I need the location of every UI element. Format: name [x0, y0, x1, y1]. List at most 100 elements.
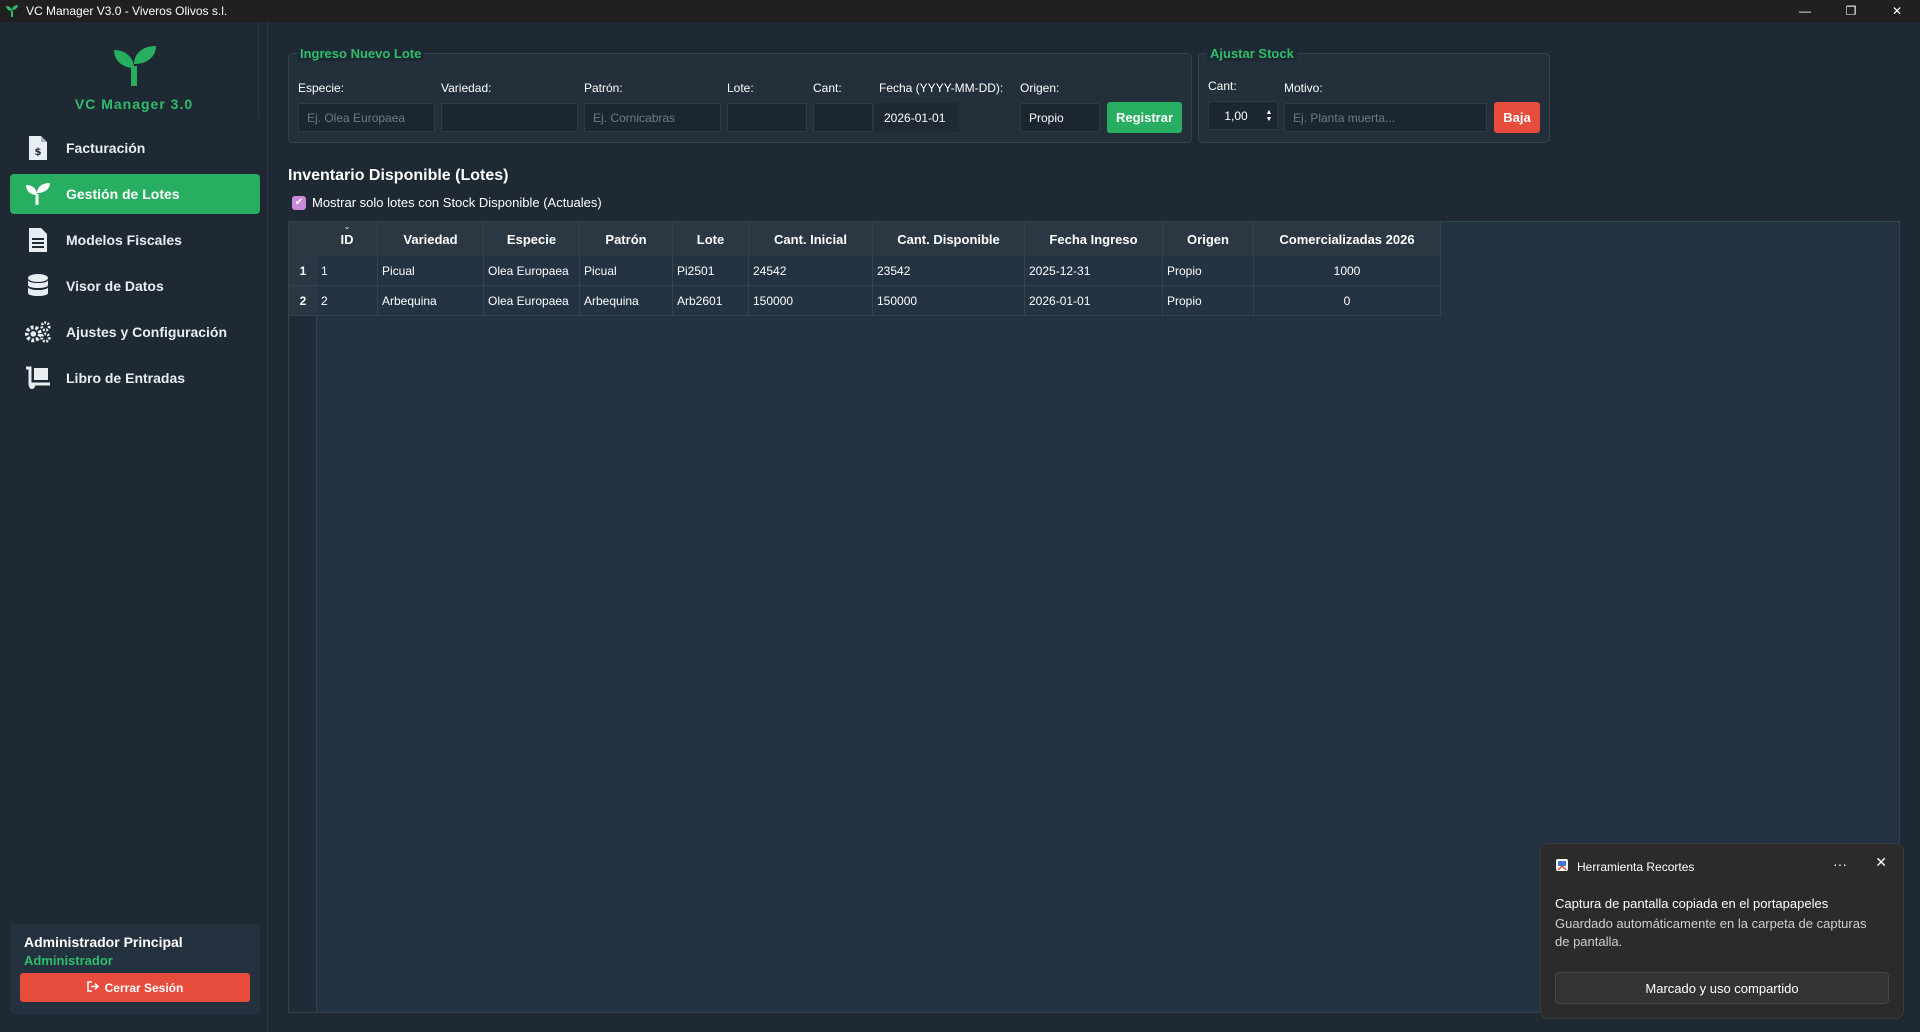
variedad-input[interactable] [441, 103, 578, 132]
table-header: ⌄ ID Variedad Especie Patrón Lote Cant. I… [317, 222, 1441, 256]
variedad-label: Variedad: [441, 81, 492, 95]
title-bar: VC Manager V3.0 - Viveros Olivos s.l. — … [0, 0, 1920, 22]
row-header-column [289, 222, 317, 1012]
baja-button[interactable]: Baja [1494, 102, 1540, 133]
registrar-button[interactable]: Registrar [1107, 102, 1182, 133]
gears-icon [24, 320, 52, 344]
column-header-label: Lote [696, 231, 725, 247]
snipping-tool-icon [1555, 858, 1569, 875]
row-header-2[interactable]: 2 [289, 286, 317, 316]
stock-filter-checkbox[interactable]: ✔ [292, 195, 306, 210]
window-title: VC Manager V3.0 - Viveros Olivos s.l. [26, 4, 228, 18]
cell-especie[interactable]: Olea Europaea [484, 286, 580, 316]
column-header-patron[interactable]: Patrón [580, 222, 673, 256]
lote-label: Lote: [727, 81, 754, 95]
column-header-variedad[interactable]: Variedad [378, 222, 484, 256]
chevron-up-icon[interactable]: ▲ [1266, 109, 1273, 116]
cell-fecha-ingreso[interactable]: 2025-12-31 [1025, 256, 1163, 286]
table-corner-button[interactable] [289, 222, 317, 256]
close-icon[interactable]: ✕ [1875, 854, 1887, 871]
database-icon [24, 274, 52, 298]
snipping-tool-notification[interactable]: Herramienta Recortes ··· ✕ Captura de pa… [1540, 843, 1904, 1019]
logo-sprout-icon [114, 46, 156, 86]
cell-origen[interactable]: Propio [1163, 286, 1254, 316]
cant-input[interactable] [813, 103, 873, 132]
user-role: Administrador [24, 953, 113, 968]
stock-filter-checkbox-row[interactable]: ✔ Mostrar solo lotes con Stock Disponibl… [292, 195, 602, 210]
column-header-label: Cant. Inicial [774, 231, 847, 247]
logout-button[interactable]: Cerrar Sesión [20, 973, 250, 1002]
window-controls: — ❐ ✕ [1782, 0, 1920, 22]
cell-variedad[interactable]: Arbequina [378, 286, 484, 316]
fecha-label: Fecha (YYYY-MM-DD): [879, 81, 1004, 95]
quantity-stepper[interactable]: ▲ ▼ [1261, 101, 1277, 130]
row-header-1[interactable]: 1 [289, 256, 317, 286]
origen-input[interactable]: Propio [1020, 103, 1100, 132]
sidebar-item-visor-datos[interactable]: Visor de Datos [10, 266, 260, 306]
inventario-title: Inventario Disponible (Lotes) [288, 167, 509, 184]
more-options-icon[interactable]: ··· [1833, 856, 1847, 872]
column-header-label: Especie [506, 231, 557, 247]
sort-indicator-icon: ⌄ [343, 222, 351, 231]
close-window-button[interactable]: ✕ [1874, 0, 1920, 22]
lote-input[interactable] [727, 103, 807, 132]
column-header-cant-disponible[interactable]: Cant. Disponible [873, 222, 1025, 256]
svg-text:$: $ [35, 147, 42, 158]
column-header-origen[interactable]: Origen [1163, 222, 1254, 256]
sidebar-item-label: Modelos Fiscales [66, 232, 182, 248]
cell-cant-inicial[interactable]: 150000 [749, 286, 873, 316]
cell-fecha-ingreso[interactable]: 2026-01-01 [1025, 286, 1163, 316]
logo [0, 22, 268, 102]
cell-id[interactable]: 2 [317, 286, 378, 316]
dolly-icon [24, 366, 52, 390]
column-header-label: Cant. Disponible [897, 231, 1000, 247]
table-row[interactable]: 2 Arbequina Olea Europaea Arbequina Arb2… [317, 286, 1441, 316]
patron-label: Patrón: [584, 81, 623, 95]
column-header-lote[interactable]: Lote [673, 222, 749, 256]
sidebar-item-label: Libro de Entradas [66, 370, 186, 386]
patron-input[interactable]: Ej. Cornicabras [584, 103, 721, 132]
sidebar-item-gestion-lotes[interactable]: Gestión de Lotes [10, 174, 260, 214]
restore-button[interactable]: ❐ [1828, 0, 1874, 22]
cell-id[interactable]: 1 [317, 256, 378, 286]
cant-label: Cant: [813, 81, 842, 95]
column-header-fecha-ingreso[interactable]: Fecha Ingreso [1025, 222, 1163, 256]
cell-cant-disponible[interactable]: 23542 [873, 256, 1025, 286]
group-title-ingreso: Ingreso Nuevo Lote [297, 46, 425, 61]
cell-patron[interactable]: Picual [580, 256, 673, 286]
sidebar-item-label: Gestión de Lotes [66, 186, 180, 202]
cell-comercializadas[interactable]: 1000 [1254, 256, 1441, 286]
column-header-comercializadas[interactable]: Comercializadas 2026 [1254, 222, 1441, 256]
cell-cant-disponible[interactable]: 150000 [873, 286, 1025, 316]
sidebar-item-libro-entradas[interactable]: Libro de Entradas [10, 358, 260, 398]
group-title-ajustar: Ajustar Stock [1207, 46, 1297, 61]
sidebar-item-modelos-fiscales[interactable]: Modelos Fiscales [10, 220, 260, 260]
column-header-id[interactable]: ⌄ ID [317, 222, 378, 256]
cell-lote[interactable]: Pi2501 [673, 256, 749, 286]
table-row[interactable]: 1 Picual Olea Europaea Picual Pi2501 245… [317, 256, 1441, 286]
document-icon [24, 228, 52, 252]
sidebar-item-facturacion[interactable]: $ Facturación [10, 128, 260, 168]
sign-out-icon [86, 980, 99, 995]
cell-especie[interactable]: Olea Europaea [484, 256, 580, 286]
cell-cant-inicial[interactable]: 24542 [749, 256, 873, 286]
fecha-input[interactable]: 2026-01-01 [875, 103, 959, 132]
column-header-label: Comercializadas 2026 [1279, 231, 1415, 247]
chevron-down-icon[interactable]: ▼ [1266, 116, 1273, 123]
cell-variedad[interactable]: Picual [378, 256, 484, 286]
cell-origen[interactable]: Propio [1163, 256, 1254, 286]
sidebar-item-label: Visor de Datos [66, 278, 164, 294]
minimize-button[interactable]: — [1782, 0, 1828, 22]
origen-label: Origen: [1020, 81, 1060, 95]
especie-input[interactable]: Ej. Olea Europaea [298, 103, 435, 132]
markup-share-button[interactable]: Marcado y uso compartido [1555, 972, 1889, 1004]
motivo-input[interactable]: Ej. Planta muerta... [1284, 103, 1487, 132]
toast-title: Captura de pantalla copiada en el portap… [1555, 896, 1829, 911]
sidebar-item-ajustes[interactable]: Ajustes y Configuración [10, 312, 260, 352]
cell-comercializadas[interactable]: 0 [1254, 286, 1441, 316]
column-header-especie[interactable]: Especie [484, 222, 580, 256]
column-header-cant-inicial[interactable]: Cant. Inicial [749, 222, 873, 256]
cell-lote[interactable]: Arb2601 [673, 286, 749, 316]
cell-patron[interactable]: Arbequina [580, 286, 673, 316]
user-name: Administrador Principal [24, 934, 183, 950]
